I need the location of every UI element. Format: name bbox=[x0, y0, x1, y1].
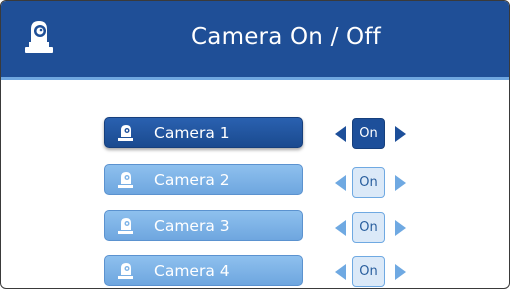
camera-1-label: Camera 1 bbox=[154, 124, 230, 142]
camera-4-state-label: On bbox=[359, 264, 378, 279]
ptz-camera-icon bbox=[25, 21, 53, 53]
camera-1-next-arrow[interactable] bbox=[395, 126, 406, 142]
camera-3-next-arrow[interactable] bbox=[395, 220, 406, 236]
camera-icon bbox=[118, 172, 133, 188]
page-title: Camera On / Off bbox=[191, 24, 381, 50]
camera-icon bbox=[118, 125, 133, 141]
camera-3-prev-arrow[interactable] bbox=[335, 220, 346, 236]
camera-2-prev-arrow[interactable] bbox=[335, 175, 346, 191]
camera-4-state[interactable]: On bbox=[352, 256, 385, 287]
camera-2-label: Camera 2 bbox=[154, 171, 230, 189]
header-bar: Camera On / Off bbox=[1, 1, 509, 80]
camera-3-state[interactable]: On bbox=[352, 212, 385, 243]
camera-icon bbox=[118, 263, 133, 279]
camera-2-state[interactable]: On bbox=[352, 167, 385, 198]
camera-2-button[interactable]: Camera 2 bbox=[104, 164, 303, 195]
camera-4-label: Camera 4 bbox=[154, 262, 230, 280]
camera-2-state-label: On bbox=[359, 175, 378, 190]
camera-3-label: Camera 3 bbox=[154, 217, 230, 235]
camera-icon bbox=[118, 218, 133, 234]
camera-4-button[interactable]: Camera 4 bbox=[104, 255, 303, 286]
camera-4-prev-arrow[interactable] bbox=[335, 264, 346, 280]
camera-2-next-arrow[interactable] bbox=[395, 175, 406, 191]
camera-1-state[interactable]: On bbox=[352, 118, 385, 149]
camera-1-prev-arrow[interactable] bbox=[335, 126, 346, 142]
camera-4-next-arrow[interactable] bbox=[395, 264, 406, 280]
camera-1-button[interactable]: Camera 1 bbox=[104, 117, 303, 148]
camera-3-state-label: On bbox=[359, 220, 378, 235]
camera-1-state-label: On bbox=[359, 126, 378, 141]
camera-3-button[interactable]: Camera 3 bbox=[104, 210, 303, 241]
camera-on-off-panel: Camera On / Off Camera 1 On Camera 2 On bbox=[0, 0, 510, 289]
